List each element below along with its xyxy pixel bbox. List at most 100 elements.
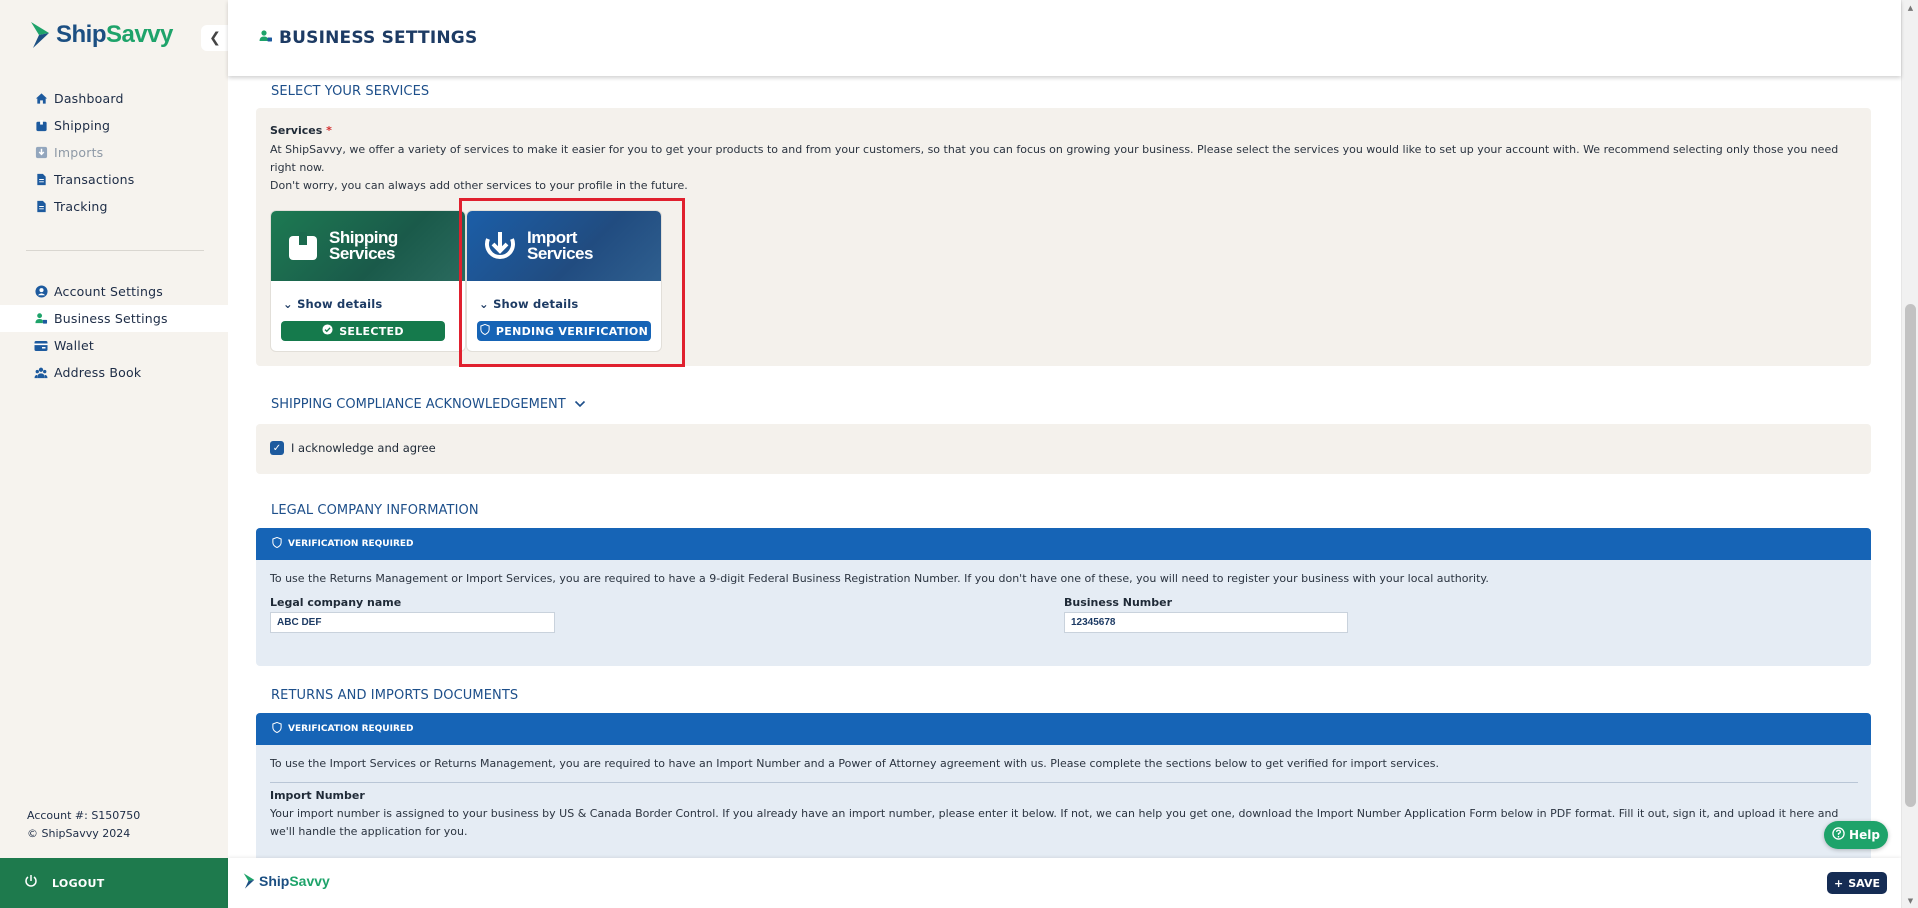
collapse-sidebar-button[interactable]: ❮ — [201, 25, 229, 51]
business-user-icon — [34, 312, 48, 326]
sidebar-item-tracking[interactable]: Tracking — [0, 193, 228, 220]
page-footer: ShipSavvy + SAVE — [228, 858, 1901, 908]
user-circle-icon — [34, 285, 48, 299]
returns-docs-heading: RETURNS AND IMPORTS DOCUMENTS — [271, 688, 519, 703]
sidebar-item-label: Tracking — [54, 199, 108, 214]
company-name-label: Legal company name — [270, 596, 402, 609]
logo-mark-icon — [243, 873, 255, 889]
services-heading: SELECT YOUR SERVICES — [271, 84, 430, 99]
legal-info-panel: To use the Returns Management or Import … — [256, 560, 1871, 666]
business-number-label: Business Number — [1064, 596, 1173, 609]
main-nav: Dashboard Shipping Imports Transactions … — [0, 85, 228, 220]
sidebar-item-label: Business Settings — [54, 311, 168, 326]
shipping-services-banner: Shipping Services — [271, 211, 465, 281]
page-title-text: BUSINESS SETTINGS — [279, 28, 478, 48]
sidebar-item-label: Transactions — [54, 172, 135, 187]
account-info: Account #: S150750 © ShipSavvy 2024 — [27, 807, 140, 843]
scroll-down-icon[interactable]: ▼ — [1902, 893, 1918, 908]
box-icon — [34, 119, 48, 133]
highlight-box — [459, 198, 685, 367]
address-book-icon — [34, 366, 48, 380]
copyright: © ShipSavvy 2024 — [27, 827, 131, 840]
scroll-up-icon[interactable]: ▲ — [1902, 0, 1918, 15]
page-header: BUSINESS SETTINGS — [228, 0, 1901, 76]
chevron-down-icon: ⌄ — [283, 297, 293, 311]
help-button[interactable]: Help — [1824, 821, 1888, 849]
business-number-input[interactable] — [1064, 612, 1348, 633]
required-mark: * — [326, 124, 332, 137]
sidebar-item-shipping[interactable]: Shipping — [0, 112, 228, 139]
company-name-input[interactable] — [270, 612, 555, 633]
acknowledge-checkbox[interactable]: ✓ — [270, 441, 284, 455]
help-icon — [1832, 827, 1845, 843]
sidebar-item-transactions[interactable]: Transactions — [0, 166, 228, 193]
business-user-icon — [258, 28, 273, 48]
sidebar-item-address-book[interactable]: Address Book — [0, 359, 228, 386]
status-badge-selected: SELECTED — [281, 321, 445, 341]
sidebar-item-label: Imports — [54, 145, 104, 160]
shield-icon — [272, 536, 282, 551]
scroll-thumb[interactable] — [1905, 304, 1916, 807]
chevron-left-icon: ❮ — [209, 30, 221, 46]
sidebar-divider — [26, 250, 204, 251]
save-button[interactable]: + SAVE — [1827, 872, 1887, 894]
logout-label: LOGOUT — [52, 876, 105, 890]
import-number-label: Import Number — [270, 789, 365, 802]
main-content: SELECT YOUR SERVICES Services * At ShipS… — [228, 76, 1901, 858]
help-label: Help — [1849, 828, 1880, 842]
sidebar-item-label: Shipping — [54, 118, 111, 133]
logo-mark-icon — [31, 22, 49, 48]
sidebar-item-label: Account Settings — [54, 284, 163, 299]
sidebar-item-business-settings[interactable]: Business Settings — [0, 305, 228, 332]
page-scrollbar[interactable]: ▲ ▼ — [1901, 0, 1918, 908]
sidebar-item-dashboard[interactable]: Dashboard — [0, 85, 228, 112]
shipping-services-card[interactable]: Shipping Services ⌄ Show details SELECTED — [270, 210, 466, 352]
acknowledge-label: I acknowledge and agree — [291, 441, 436, 455]
sidebar-item-wallet[interactable]: Wallet — [0, 332, 228, 359]
legal-info-text: To use the Returns Management or Import … — [270, 572, 1489, 585]
plus-icon: + — [1834, 876, 1844, 890]
sidebar: ShipSavvy ❮ Dashboard Shipping Imports T… — [0, 0, 229, 908]
document-icon — [34, 173, 48, 187]
shipsavvy-logo[interactable]: ShipSavvy — [28, 20, 173, 50]
shield-icon — [272, 721, 282, 736]
import-number-description: Your import number is assigned to your b… — [270, 807, 1839, 838]
services-description: At ShipSavvy, we offer a variety of serv… — [270, 141, 1850, 195]
brand-name-part2: Savvy — [289, 873, 330, 889]
chevron-down-icon — [574, 397, 586, 412]
page-title: BUSINESS SETTINGS — [258, 28, 477, 48]
brand-name-part1: Ship — [56, 21, 107, 48]
card-title-line2: Services — [329, 244, 395, 263]
legal-verification-banner: VERIFICATION REQUIRED — [256, 528, 1871, 560]
brand-name-part1: Ship — [259, 873, 290, 889]
logout-icon — [24, 874, 38, 892]
sidebar-item-label: Address Book — [54, 365, 142, 380]
acknowledge-checkbox-row[interactable]: ✓ I acknowledge and agree — [270, 441, 436, 455]
returns-info-text: To use the Import Services or Returns Ma… — [270, 757, 1439, 770]
services-description-line2: Don't worry, you can always add other se… — [270, 179, 688, 192]
divider — [270, 782, 1858, 783]
brand-name-part2: Savvy — [106, 21, 173, 48]
show-details-link[interactable]: ⌄ Show details — [283, 297, 382, 311]
compliance-panel: ✓ I acknowledge and agree — [256, 424, 1871, 474]
footer-logo: ShipSavvy — [242, 872, 330, 890]
home-icon — [34, 92, 48, 106]
check-circle-icon — [322, 324, 333, 338]
document-icon — [34, 200, 48, 214]
returns-docs-panel: To use the Import Services or Returns Ma… — [256, 745, 1871, 858]
sidebar-item-label: Wallet — [54, 338, 94, 353]
returns-verification-banner: VERIFICATION REQUIRED — [256, 713, 1871, 745]
logout-button[interactable]: LOGOUT — [0, 858, 228, 908]
box-icon — [289, 232, 317, 260]
account-number: Account #: S150750 — [27, 809, 141, 822]
compliance-heading[interactable]: SHIPPING COMPLIANCE ACKNOWLEDGEMENT — [271, 397, 586, 412]
services-label: Services * — [270, 124, 332, 137]
legal-info-heading: LEGAL COMPANY INFORMATION — [271, 503, 479, 518]
settings-nav: Account Settings Business Settings Walle… — [0, 278, 228, 386]
sidebar-item-imports[interactable]: Imports — [0, 139, 228, 166]
services-description-line1: At ShipSavvy, we offer a variety of serv… — [270, 143, 1839, 174]
sidebar-item-label: Dashboard — [54, 91, 124, 106]
sidebar-item-account-settings[interactable]: Account Settings — [0, 278, 228, 305]
wallet-icon — [34, 339, 48, 353]
import-icon — [34, 146, 48, 160]
